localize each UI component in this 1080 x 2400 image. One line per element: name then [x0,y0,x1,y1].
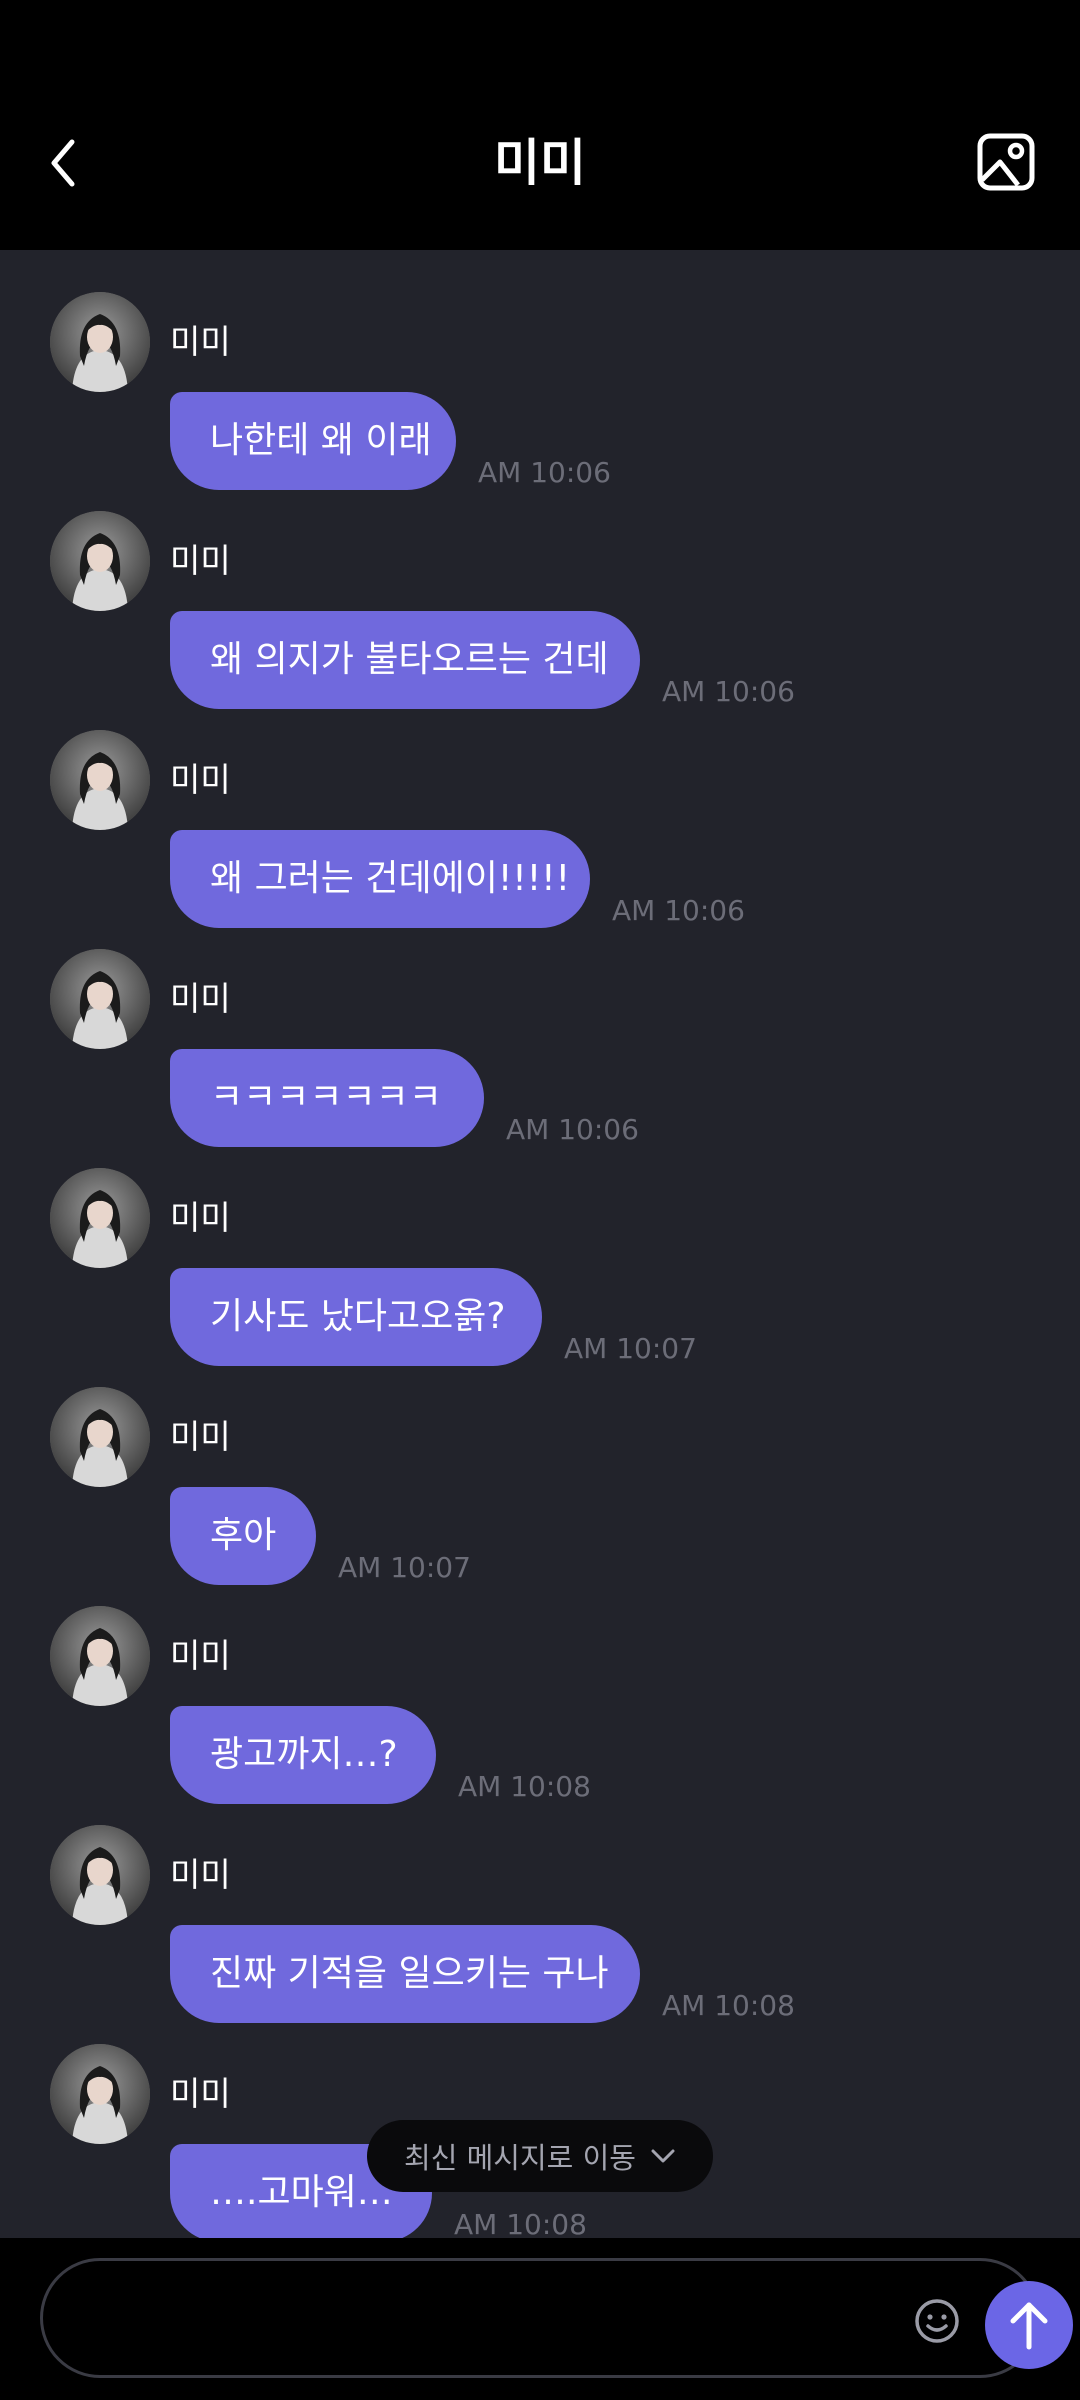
message-row: 미미 왜 의지가 불타오르는 건데 AM 10:06 [0,469,1080,709]
message-row: 미미 후아 AM 10:07 [0,1345,1080,1585]
chat-header: 미미 [0,0,1080,250]
message-row: 미미 나한테 왜 이래 AM 10:06 [0,250,1080,490]
sender-name: 미미 [170,1855,231,1894]
avatar-image [50,1606,150,1706]
message-row: 미미 ㅋㅋㅋㅋㅋㅋㅋ AM 10:06 [0,907,1080,1147]
chat-screen: 미미 미미 나한테 왜 이래 AM 10:06 미미 왜 의지가 불타오르는 건데 AM … [0,0,1080,2400]
sender-name: 미미 [170,979,231,1018]
chevron-down-icon [651,2149,675,2163]
smiley-icon [915,2299,959,2343]
avatar-image [50,730,150,830]
avatar[interactable] [50,1825,150,1925]
message-row: 미미 왜 그러는 건데에이!!!!! AM 10:06 [0,688,1080,928]
avatar[interactable] [50,2044,150,2144]
avatar-image [50,949,150,1049]
composer-bar [0,2238,1080,2400]
sender-name: 미미 [170,322,231,361]
message-row: 미미 기사도 났다고오옭? AM 10:07 [0,1126,1080,1366]
avatar-image [50,2044,150,2144]
message-input[interactable] [83,2261,863,2375]
avatar-image [50,1825,150,1925]
emoji-button[interactable] [913,2297,961,2345]
sender-name: 미미 [170,1417,231,1456]
avatar[interactable] [50,1168,150,1268]
avatar-image [50,1168,150,1268]
avatar[interactable] [50,1606,150,1706]
sender-name: 미미 [170,541,231,580]
message-row: 미미 진짜 기적을 일으키는 구나 AM 10:08 [0,1783,1080,2023]
avatar[interactable] [50,730,150,830]
arrow-up-icon [1010,2302,1048,2350]
image-icon [977,133,1035,191]
avatar[interactable] [50,511,150,611]
sender-name: 미미 [170,1636,231,1675]
avatar-image [50,1387,150,1487]
avatar-image [50,292,150,392]
gallery-button[interactable] [974,130,1038,194]
send-button[interactable] [985,2281,1073,2369]
chat-title: 미미 [494,134,586,192]
avatar-image [50,511,150,611]
message-list[interactable]: 미미 나한테 왜 이래 AM 10:06 미미 왜 의지가 불타오르는 건데 AM 10:… [0,250,1080,2238]
avatar[interactable] [50,1387,150,1487]
sender-name: 미미 [170,2074,231,2113]
message-timestamp: AM 10:08 [454,2208,587,2238]
avatar[interactable] [50,949,150,1049]
message-row: 미미 광고까지…? AM 10:08 [0,1564,1080,1804]
sender-name: 미미 [170,1198,231,1237]
jump-to-latest-button[interactable]: 최신 메시지로 이동 [367,2120,713,2192]
jump-to-latest-label: 최신 메시지로 이동 [404,2141,636,2175]
avatar[interactable] [50,292,150,392]
message-input-container[interactable] [40,2258,1073,2378]
sender-name: 미미 [170,760,231,799]
